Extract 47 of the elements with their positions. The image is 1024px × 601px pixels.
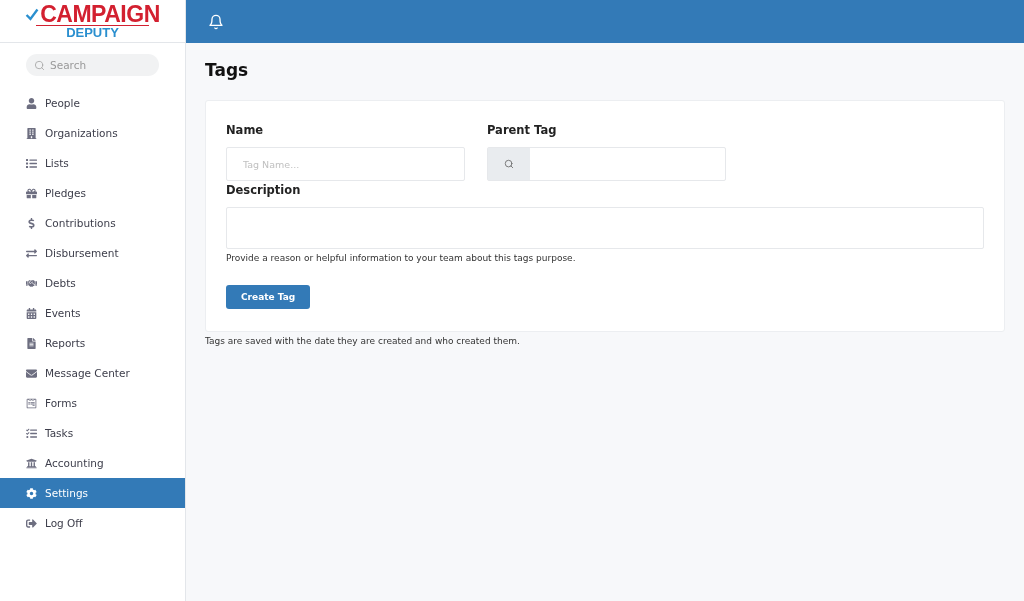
handshake-icon <box>26 277 37 289</box>
description-field[interactable] <box>226 207 984 249</box>
parent-tag-field[interactable] <box>487 147 726 181</box>
sidebar-item[interactable]: Organizations <box>0 118 185 148</box>
sidebar-item[interactable]: Tasks <box>0 418 185 448</box>
form-icon <box>26 397 37 409</box>
field-label: Description <box>226 183 302 197</box>
arrows-icon <box>26 247 37 259</box>
field-label: Parent Tag <box>487 123 558 137</box>
sidebar-item[interactable]: Disbursement <box>0 238 185 268</box>
sidebar-item[interactable]: Contributions <box>0 208 185 238</box>
settings-icon <box>26 487 37 499</box>
logo-subtext: DEPUTY <box>36 25 149 39</box>
field-label: Name <box>226 123 265 137</box>
sidebar-item[interactable]: Reports <box>0 328 185 358</box>
help-text: Provide a reason or helpful information to your team about this tags purpose. <box>226 253 577 263</box>
name-field[interactable]: Tag Name... <box>226 147 465 181</box>
logout-icon <box>26 517 37 529</box>
building-icon <box>26 127 37 139</box>
sidebar-item[interactable]: Debts <box>0 268 185 298</box>
sidebar-item[interactable]: People <box>0 88 185 118</box>
person-icon <box>26 97 37 109</box>
document-icon <box>26 337 37 349</box>
sidebar-item[interactable]: Message Center <box>0 358 185 388</box>
sidebar-item[interactable]: Lists <box>0 148 185 178</box>
search-icon <box>34 60 45 71</box>
sidebar-item[interactable]: Accounting <box>0 448 185 478</box>
create-tag-button[interactable]: Create Tag <box>226 285 311 309</box>
page-title: Tags <box>205 60 250 80</box>
bank-icon <box>26 457 37 469</box>
sidebar-item[interactable]: Pledges <box>0 178 185 208</box>
list-icon <box>26 157 37 169</box>
sidebar-item[interactable]: Events <box>0 298 185 328</box>
logo-text: CAMPAIGN <box>40 3 160 26</box>
sidebar-item[interactable]: Forms <box>0 388 185 418</box>
footnote: Tags are saved with the date they are created and who created them. <box>205 336 521 346</box>
sidebar-item[interactable]: Log Off <box>0 508 185 538</box>
sidebar-item[interactable]: Settings <box>0 478 185 508</box>
envelope-icon <box>26 367 37 379</box>
gift-icon <box>26 187 37 199</box>
checklist-icon <box>26 427 37 439</box>
search-icon <box>504 159 514 169</box>
search-field[interactable]: Search <box>26 54 159 76</box>
dollar-icon <box>26 217 37 229</box>
checkmark-icon <box>25 6 40 23</box>
bell-icon[interactable] <box>208 13 224 30</box>
calendar-icon <box>26 307 37 319</box>
